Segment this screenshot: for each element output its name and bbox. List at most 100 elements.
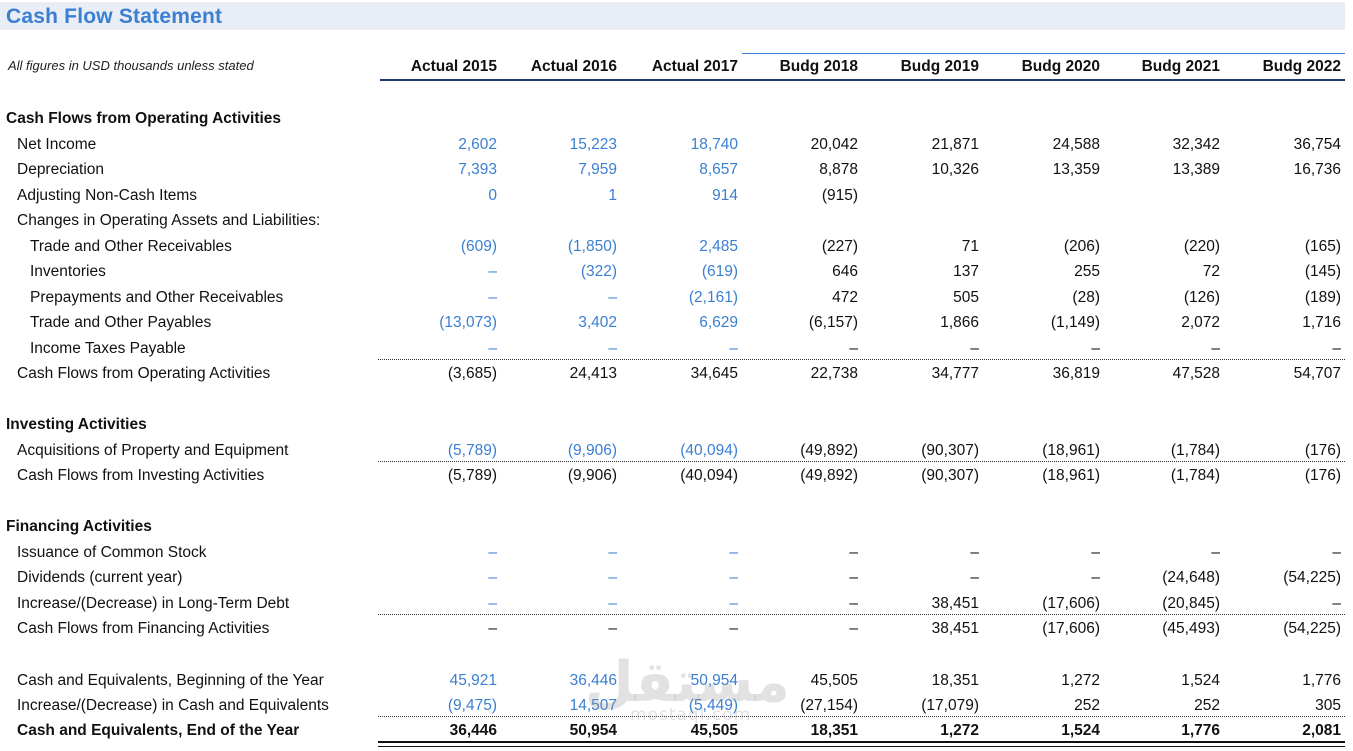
table-cell: 505 — [953, 289, 979, 306]
table-cell: 1,272 — [940, 722, 979, 739]
table-cell: 1,776 — [1181, 722, 1220, 739]
table-cell: 18,351 — [931, 672, 979, 689]
table-cell: (17,079) — [921, 697, 979, 714]
table-cell: – — [608, 544, 617, 561]
table-cell: 16,736 — [1293, 161, 1341, 178]
table-cell: 45,921 — [449, 672, 497, 689]
title-bar: Cash Flow Statement — [0, 2, 1345, 30]
table-cell: 1,776 — [1302, 672, 1341, 689]
subtotal-rule — [378, 359, 1345, 360]
row-label: Cash Flows from Financing Activities — [17, 620, 270, 637]
table-cell: 47,528 — [1172, 365, 1220, 382]
table-cell: (220) — [1183, 238, 1220, 255]
table-cell: (40,094) — [680, 467, 738, 484]
table-cell: – — [849, 620, 858, 637]
table-cell: (13,073) — [439, 314, 497, 331]
table-cell: – — [608, 340, 617, 357]
table-cell: 18,740 — [690, 136, 738, 153]
table-cell: (17,606) — [1042, 595, 1100, 612]
row-label: Issuance of Common Stock — [17, 544, 207, 561]
table-cell: 22,738 — [810, 365, 858, 382]
table-cell: (28) — [1072, 289, 1100, 306]
table-cell: 34,777 — [931, 365, 979, 382]
table-cell: 45,505 — [810, 672, 858, 689]
table-cell: 36,754 — [1293, 136, 1341, 153]
table-cell: 1,272 — [1061, 672, 1100, 689]
table-cell: 21,871 — [931, 136, 979, 153]
budget-header-rule — [742, 53, 1345, 54]
table-cell: (24,648) — [1162, 569, 1220, 586]
column-header: Budg 2021 — [1141, 58, 1220, 75]
table-cell: 137 — [953, 263, 979, 280]
table-cell: 255 — [1074, 263, 1100, 280]
table-cell: (49,892) — [800, 442, 858, 459]
table-cell: – — [970, 569, 979, 586]
table-cell: (227) — [821, 238, 858, 255]
table-cell: 72 — [1202, 263, 1220, 280]
column-header: Budg 2020 — [1021, 58, 1100, 75]
table-cell: 2,072 — [1181, 314, 1220, 331]
table-cell: – — [970, 544, 979, 561]
column-header: Budg 2018 — [779, 58, 858, 75]
table-cell: 1,524 — [1061, 722, 1100, 739]
table-cell: 914 — [712, 187, 738, 204]
table-cell: (40,094) — [680, 442, 738, 459]
column-header: Budg 2022 — [1262, 58, 1341, 75]
table-cell: 1,866 — [940, 314, 979, 331]
table-cell: (5,789) — [447, 467, 497, 484]
table-cell: 646 — [832, 263, 858, 280]
table-cell: – — [849, 340, 858, 357]
table-cell: (9,906) — [567, 467, 617, 484]
table-cell: (3,685) — [447, 365, 497, 382]
row-label: Cash and Equivalents, Beginning of the Y… — [17, 672, 324, 689]
page-title: Cash Flow Statement — [6, 5, 223, 28]
table-cell: 36,819 — [1052, 365, 1100, 382]
table-cell: (17,606) — [1042, 620, 1100, 637]
table-cell: – — [1211, 544, 1220, 561]
table-cell: – — [849, 595, 858, 612]
table-cell: (5,789) — [447, 442, 497, 459]
table-cell: (90,307) — [921, 467, 979, 484]
table-cell: 7,959 — [578, 161, 617, 178]
table-cell: (322) — [580, 263, 617, 280]
table-cell: 24,588 — [1052, 136, 1100, 153]
subtotal-rule — [378, 461, 1345, 462]
table-cell: 24,413 — [569, 365, 617, 382]
row-label: Income Taxes Payable — [30, 340, 186, 357]
row-label: Adjusting Non-Cash Items — [17, 187, 198, 204]
grand-total-rule — [378, 741, 1345, 747]
table-cell: (1,784) — [1170, 442, 1220, 459]
table-cell: 38,451 — [931, 595, 979, 612]
row-label: Inventories — [30, 263, 106, 280]
table-cell: (90,307) — [921, 442, 979, 459]
table-cell: (27,154) — [800, 697, 858, 714]
table-cell: – — [488, 544, 497, 561]
table-cell: (176) — [1304, 467, 1341, 484]
table-cell: (18,961) — [1042, 467, 1100, 484]
table-cell: 2,081 — [1302, 722, 1341, 739]
table-cell: (609) — [460, 238, 497, 255]
table-cell: – — [729, 340, 738, 357]
row-label: Net Income — [17, 136, 97, 153]
table-cell: – — [1091, 569, 1100, 586]
table-cell: 8,878 — [819, 161, 858, 178]
table-cell: 13,359 — [1052, 161, 1100, 178]
table-cell: – — [1211, 340, 1220, 357]
table-cell: – — [729, 569, 738, 586]
row-label: Prepayments and Other Receivables — [30, 289, 284, 306]
table-cell: 36,446 — [569, 672, 617, 689]
table-cell: – — [488, 340, 497, 357]
section-heading-investing: Investing Activities — [6, 416, 147, 433]
table-cell: (1,850) — [567, 238, 617, 255]
row-label: Depreciation — [17, 161, 105, 178]
subtotal-rule — [378, 614, 1345, 615]
table-cell: (5,449) — [688, 697, 738, 714]
units-note: All figures in USD thousands unless stat… — [8, 58, 254, 73]
table-cell: (45,493) — [1162, 620, 1220, 637]
table-cell: – — [488, 620, 497, 637]
table-cell: 472 — [832, 289, 858, 306]
table-cell: 6,629 — [699, 314, 738, 331]
section-heading-financing: Financing Activities — [6, 518, 152, 535]
table-cell: 71 — [961, 238, 979, 255]
table-cell: 10,326 — [931, 161, 979, 178]
